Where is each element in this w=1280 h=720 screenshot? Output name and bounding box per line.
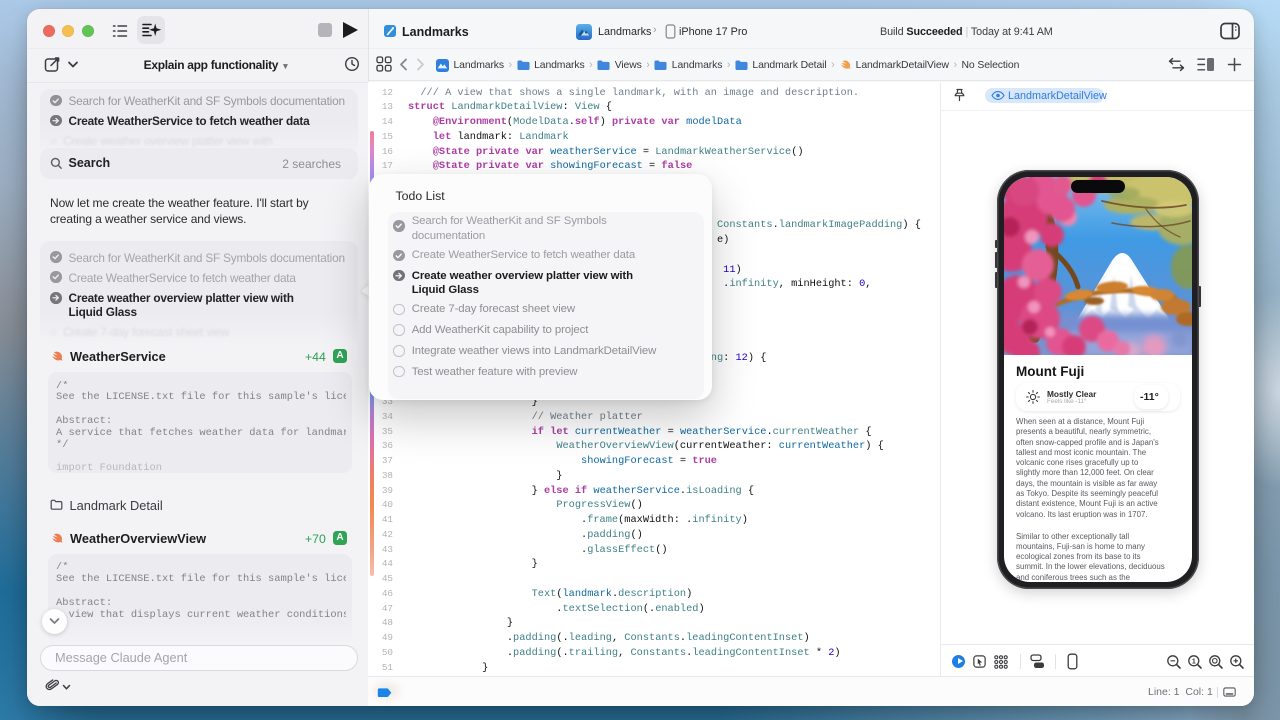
svg-text:1: 1 bbox=[1192, 658, 1196, 665]
